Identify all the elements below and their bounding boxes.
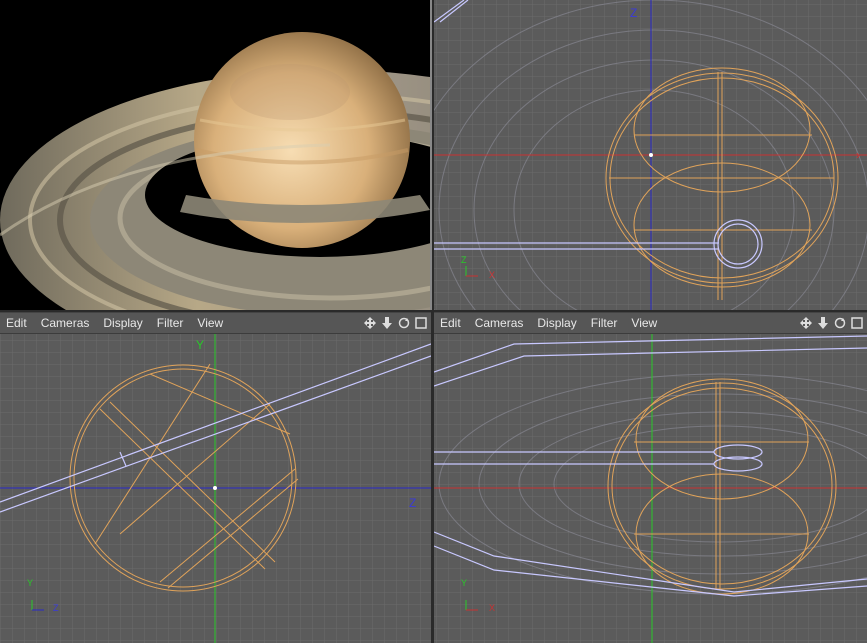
- corner-axis-v: Y: [27, 578, 34, 588]
- y-axis-label: Y: [196, 338, 205, 352]
- menu-edit[interactable]: Edit: [434, 316, 469, 330]
- corner-axis-h: Z: [53, 603, 59, 613]
- top-viewport[interactable]: Y X: [434, 334, 867, 643]
- move-icon[interactable]: [799, 317, 812, 330]
- move-icon[interactable]: [363, 317, 376, 330]
- side-viewport[interactable]: Y Z Y Z: [0, 334, 431, 643]
- right-viewport-menubar: Edit Cameras Display Filter View: [434, 312, 867, 334]
- menu-display[interactable]: Display: [531, 316, 584, 330]
- corner-axis-h: X: [489, 603, 496, 613]
- menu-filter[interactable]: Filter: [585, 316, 626, 330]
- left-viewport-menubar: Edit Cameras Display Filter View: [0, 312, 431, 334]
- corner-axis-v: Y: [461, 578, 468, 588]
- maximize-icon[interactable]: [414, 317, 427, 330]
- down-arrow-icon[interactable]: [380, 317, 393, 330]
- menu-view[interactable]: View: [625, 316, 665, 330]
- menu-cameras[interactable]: Cameras: [35, 316, 98, 330]
- menu-display[interactable]: Display: [97, 316, 150, 330]
- front-wireframe: [434, 0, 867, 310]
- rotate-icon[interactable]: [397, 317, 410, 330]
- x-axis-arrow: ›: [856, 148, 860, 162]
- corner-axis-v: Z: [461, 255, 467, 265]
- top-wireframe: [434, 334, 867, 643]
- down-arrow-icon[interactable]: [816, 317, 829, 330]
- saturn-render: [0, 0, 430, 310]
- menu-view[interactable]: View: [191, 316, 231, 330]
- menu-filter[interactable]: Filter: [151, 316, 192, 330]
- maximize-icon[interactable]: [850, 317, 863, 330]
- rotate-icon[interactable]: [833, 317, 846, 330]
- side-wireframe: [0, 334, 431, 643]
- corner-axis-h: X: [489, 270, 496, 280]
- perspective-viewport[interactable]: [0, 0, 432, 310]
- z-axis-label: Z: [409, 496, 417, 510]
- menu-cameras[interactable]: Cameras: [469, 316, 532, 330]
- menu-edit[interactable]: Edit: [0, 316, 35, 330]
- z-axis-label: Z: [630, 6, 638, 20]
- front-viewport[interactable]: Z › Z X: [434, 0, 867, 310]
